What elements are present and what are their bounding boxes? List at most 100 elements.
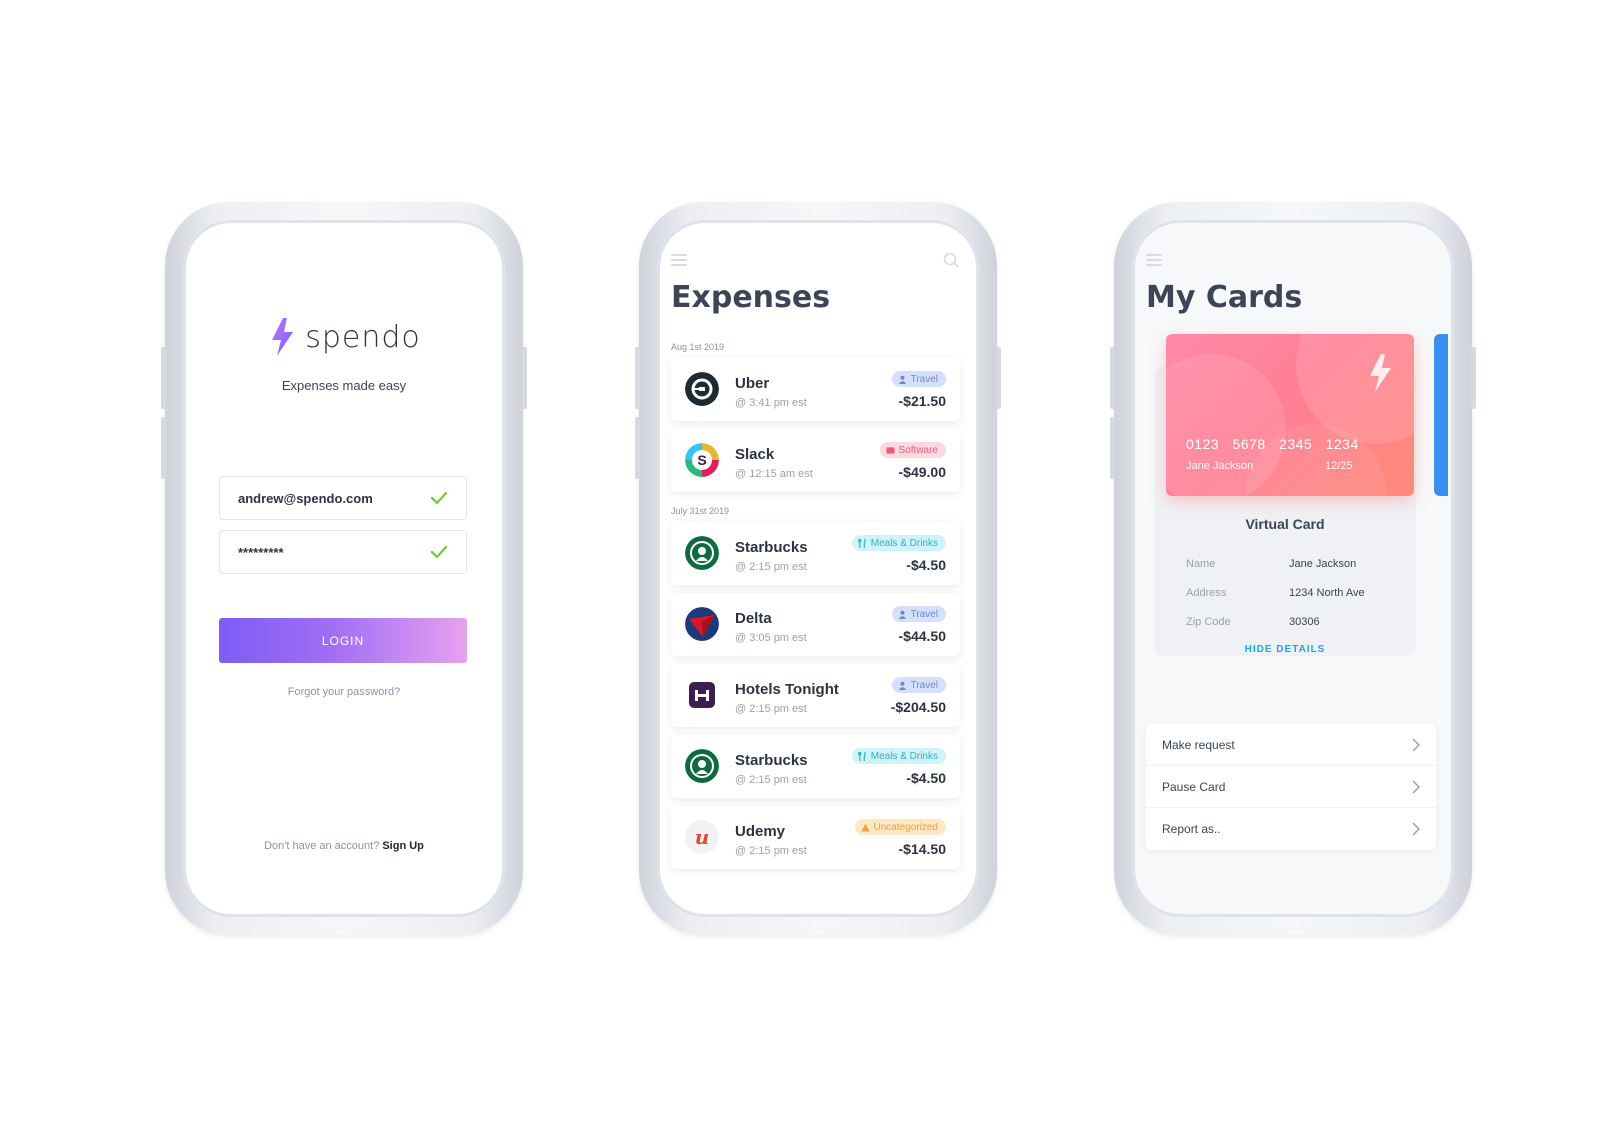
spendo-bolt-logo-icon <box>1370 354 1391 392</box>
category-tag[interactable]: Travel <box>891 371 946 387</box>
expense-item-starbucks[interactable]: Starbucks @ 2:15 pm est Meals & Drinks -… <box>671 735 960 798</box>
expense-amount: -$21.50 <box>898 393 946 409</box>
merchant-name: Hotels Tonight <box>735 681 839 698</box>
signup-prompt: Don't have an account? Sign Up <box>183 840 505 852</box>
menu-icon[interactable] <box>671 254 687 266</box>
signup-link[interactable]: Sign Up <box>382 840 424 852</box>
category-label: Travel <box>910 373 938 385</box>
virtual-credit-card[interactable]: 0123 5678 2345 1234 Jane Jackson 12/25 <box>1166 334 1414 496</box>
detail-value: Jane Jackson <box>1289 558 1357 570</box>
phone-button <box>635 417 640 479</box>
category-tag[interactable]: Meals & Drinks <box>851 748 946 764</box>
person-icon <box>898 375 906 384</box>
detail-key: Address <box>1186 587 1227 599</box>
category-tag[interactable]: Uncategorized <box>854 819 946 835</box>
action-make-request[interactable]: Make request <box>1146 724 1436 766</box>
merchant-name: Uber <box>735 375 770 392</box>
login-screen: spendo Expenses made easy LOGIN Forgot y… <box>183 220 505 917</box>
action-pause-card[interactable]: Pause Card <box>1146 766 1436 808</box>
category-label: Travel <box>910 679 938 691</box>
card-number: 0123 5678 2345 1234 <box>1186 436 1359 452</box>
forgot-password-link[interactable]: Forgot your password? <box>183 686 505 698</box>
category-tag[interactable]: Software <box>879 442 946 458</box>
expense-item-starbucks[interactable]: Starbucks @ 2:15 pm est Meals & Drinks -… <box>671 522 960 585</box>
phone-button <box>996 347 1001 409</box>
spendo-logo: spendo <box>183 316 505 358</box>
check-icon <box>430 545 448 559</box>
expense-time: @ 2:15 pm est <box>735 561 807 573</box>
expense-time: @ 3:41 pm est <box>735 397 807 409</box>
person-icon <box>898 681 906 690</box>
phone-button <box>1110 417 1115 479</box>
page-title: My Cards <box>1146 280 1303 315</box>
phone-button <box>522 347 527 409</box>
card-actions-list: Make request Pause Card Report as.. <box>1146 724 1436 850</box>
phone-button <box>635 347 640 409</box>
merchant-name: Slack <box>735 446 775 463</box>
category-tag[interactable]: Travel <box>891 606 946 622</box>
tagline: Expenses made easy <box>281 378 407 393</box>
detail-value: 1234 North Ave <box>1289 587 1365 599</box>
category-tag[interactable]: Travel <box>891 677 946 693</box>
merchant-name: Starbucks <box>735 752 808 769</box>
detail-key: Name <box>1186 558 1216 570</box>
expense-item-delta[interactable]: Delta @ 3:05 pm est Travel -$44.50 <box>671 593 960 656</box>
card-expiry: 12/25 <box>1325 460 1353 472</box>
detail-value: 30306 <box>1289 616 1320 628</box>
expense-item-udemy[interactable]: u Udemy @ 2:15 pm est Uncategorized -$14… <box>671 806 960 869</box>
software-icon <box>885 446 895 454</box>
date-label: July 31st 2019 <box>671 506 730 516</box>
phone-button <box>161 417 166 479</box>
person-icon <box>898 610 906 619</box>
udemy-logo-icon: u <box>685 820 719 854</box>
card-holder: Jane Jackson <box>1186 460 1254 472</box>
expense-time: @ 3:05 pm est <box>735 632 807 644</box>
action-label: Pause Card <box>1162 779 1226 794</box>
expense-time: @ 2:15 pm est <box>735 845 807 857</box>
password-input[interactable] <box>238 544 418 560</box>
action-label: Make request <box>1162 737 1235 752</box>
password-field[interactable] <box>219 530 467 574</box>
detail-key: Zip Code <box>1186 616 1231 628</box>
chevron-right-icon <box>1412 779 1420 794</box>
delta-logo-icon <box>685 607 719 641</box>
no-account-text: Don't have an account? <box>264 840 380 852</box>
category-label: Meals & Drinks <box>870 750 938 762</box>
login-button[interactable]: LOGIN <box>219 618 467 663</box>
expense-item-uber[interactable]: Uber @ 3:41 pm est Travel -$21.50 <box>671 358 960 421</box>
email-input[interactable] <box>238 490 418 506</box>
cards-phone: My Cards 0123 5678 2345 1234 Jane Jackso… <box>1110 202 1476 935</box>
login-phone: spendo Expenses made easy LOGIN Forgot y… <box>161 202 527 935</box>
phone-button <box>161 347 166 409</box>
expense-item-slack[interactable]: S Slack @ 12:15 am est Software -$49.00 <box>671 429 960 492</box>
expense-amount: -$204.50 <box>890 699 946 715</box>
expense-item-hotels-tonight[interactable]: Hotels Tonight @ 2:15 pm est Travel -$20… <box>671 664 960 727</box>
starbucks-logo-icon <box>685 749 719 783</box>
merchant-name: Delta <box>735 610 772 627</box>
chevron-right-icon <box>1412 737 1420 752</box>
page-title: Expenses <box>671 280 831 315</box>
email-field[interactable] <box>219 476 467 520</box>
category-label: Meals & Drinks <box>870 537 938 549</box>
expense-time: @ 12:15 am est <box>735 468 813 480</box>
hide-details-link[interactable]: HIDE DETAILS <box>1154 644 1416 655</box>
expense-time: @ 2:15 pm est <box>735 774 807 786</box>
svg-text:S: S <box>697 452 706 468</box>
category-label: Travel <box>910 608 938 620</box>
category-tag[interactable]: Meals & Drinks <box>851 535 946 551</box>
brand-name: spendo <box>305 319 421 355</box>
cards-screen: My Cards 0123 5678 2345 1234 Jane Jackso… <box>1132 220 1454 917</box>
expense-amount: -$49.00 <box>898 464 946 480</box>
menu-icon[interactable] <box>1146 254 1162 266</box>
search-icon[interactable] <box>943 252 959 268</box>
phone-button <box>1471 347 1476 409</box>
expense-amount: -$4.50 <box>906 557 946 573</box>
category-label: Software <box>898 444 938 456</box>
next-card-peek[interactable] <box>1434 334 1448 496</box>
merchant-name: Udemy <box>735 823 786 840</box>
spendo-bolt-logo-icon <box>272 318 294 356</box>
date-label: Aug 1st 2019 <box>671 342 725 352</box>
chevron-right-icon <box>1412 822 1420 836</box>
action-report-as[interactable]: Report as.. <box>1146 808 1436 850</box>
expense-amount: -$4.50 <box>906 770 946 786</box>
